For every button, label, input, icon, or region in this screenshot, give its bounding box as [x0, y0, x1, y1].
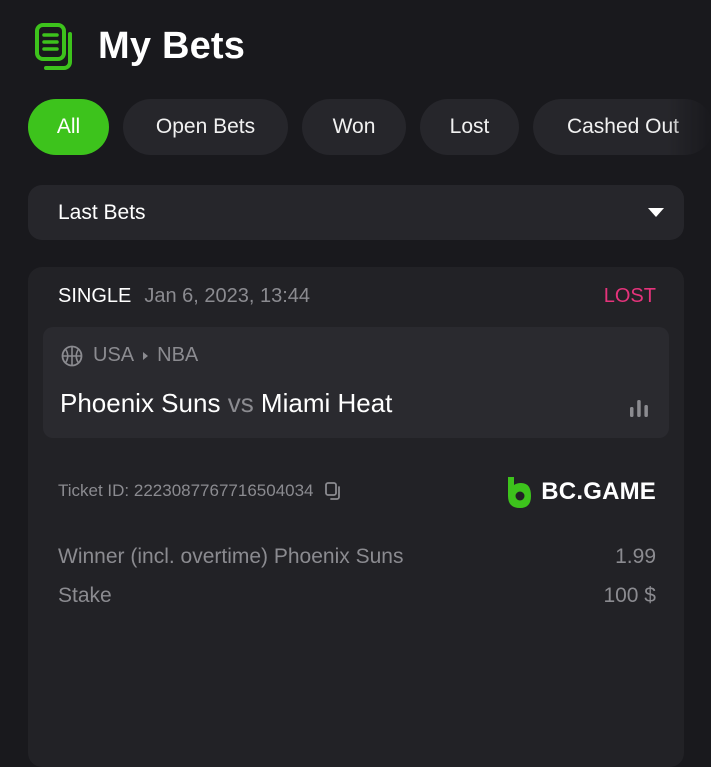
event-league-breadcrumb: USA NBA: [61, 344, 198, 367]
stake-row: Stake 100 $: [58, 584, 656, 608]
odds-value: 1.99: [615, 545, 656, 568]
stake-label: Stake: [58, 584, 112, 607]
bet-card[interactable]: SINGLE Jan 6, 2023, 13:44 LOST USA NBA P…: [28, 267, 684, 767]
period-select-value: Last Bets: [58, 200, 146, 224]
event-country: USA: [93, 344, 135, 366]
page-title: My Bets: [98, 24, 246, 67]
brand-logo: BC.GAME: [505, 475, 656, 509]
bet-date: Jan 6, 2023, 13:44: [144, 285, 311, 307]
stats-icon[interactable]: [629, 398, 649, 418]
home-team: Phoenix Suns: [60, 388, 221, 418]
event-league: NBA: [157, 344, 199, 366]
bc-game-logo-icon: [508, 477, 532, 508]
bets-list-icon: [35, 23, 72, 70]
event-matchup: Phoenix Suns vs Miami Heat: [60, 388, 392, 419]
period-select[interactable]: Last Bets: [28, 185, 684, 240]
basketball-icon: [61, 345, 83, 366]
filter-open-bets[interactable]: Open Bets: [123, 99, 288, 155]
filter-cashed-out[interactable]: Cashed Out: [533, 99, 711, 155]
bet-type: SINGLE: [58, 285, 132, 307]
chevron-down-icon: [648, 208, 664, 217]
event-panel[interactable]: USA NBA Phoenix Suns vs Miami Heat: [43, 327, 669, 438]
filter-all[interactable]: All: [28, 99, 109, 155]
ticket-id-text: Ticket ID: 2223087767716504034: [58, 481, 314, 500]
chevron-right-icon: [143, 351, 149, 360]
away-team: Miami Heat: [260, 388, 393, 418]
bet-status-badge: LOST: [603, 285, 656, 307]
market-selection: Winner (incl. overtime) Phoenix Suns: [58, 545, 404, 568]
brand-name: BC.GAME: [541, 478, 656, 505]
bet-filter-tabs: All Open Bets Won Lost Cashed Out: [28, 99, 711, 155]
stake-value: 100 $: [603, 584, 656, 607]
copy-icon[interactable]: [324, 481, 344, 501]
page-header: My Bets: [34, 20, 245, 72]
filter-lost[interactable]: Lost: [420, 99, 519, 155]
filter-won[interactable]: Won: [302, 99, 406, 155]
selection-row: Winner (incl. overtime) Phoenix Suns 1.9…: [58, 545, 656, 569]
bet-card-header: SINGLE Jan 6, 2023, 13:44 LOST: [58, 285, 656, 308]
vs-label: vs: [227, 388, 254, 418]
ticket-id: Ticket ID: 2223087767716504034: [58, 481, 344, 501]
